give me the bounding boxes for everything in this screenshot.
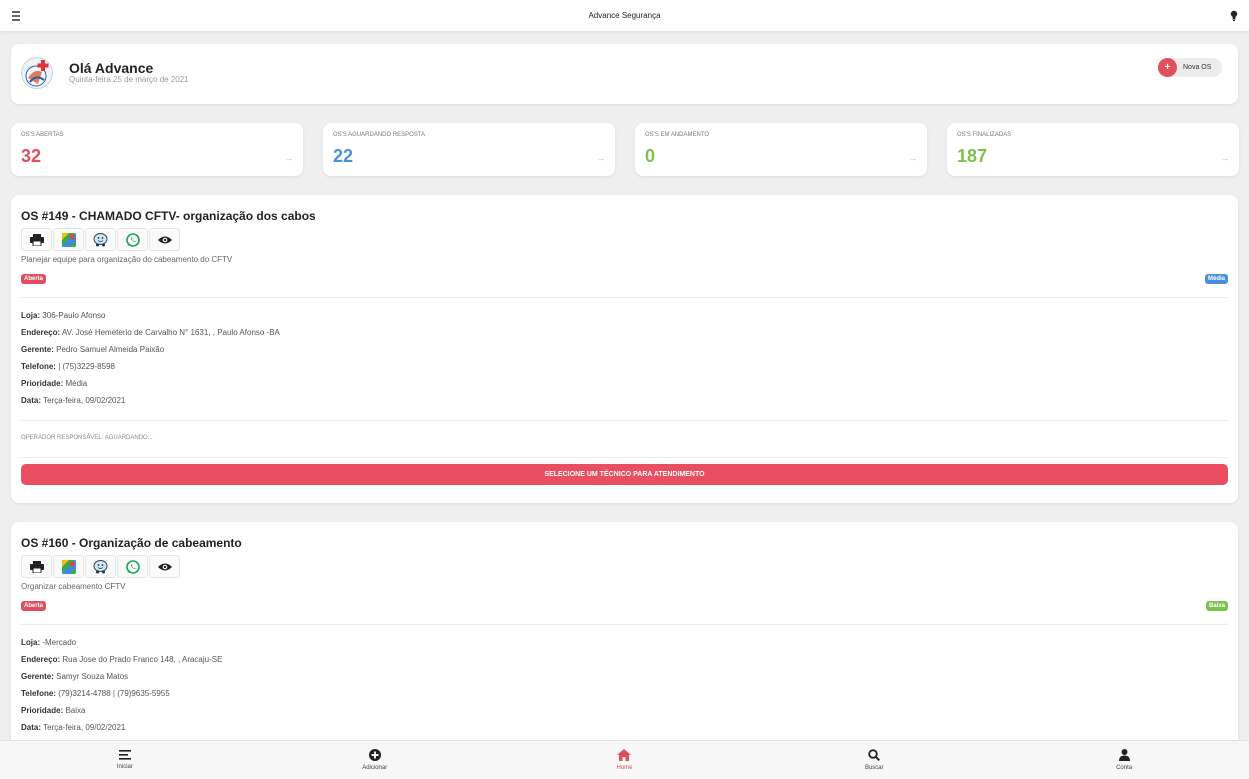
waze-icon bbox=[93, 559, 108, 573]
stat-card-finished[interactable]: OS'S FINALIZADAS 187 → bbox=[947, 123, 1239, 176]
arrow-right-icon[interactable]: → bbox=[909, 154, 917, 163]
divider bbox=[21, 624, 1228, 625]
nav-item-buscar[interactable]: Buscar bbox=[749, 741, 999, 779]
operator-status: OPERADOR RESPONSÁVEL: AGUARDANDO... bbox=[21, 435, 153, 441]
lightbulb-icon[interactable] bbox=[1229, 9, 1239, 23]
eye-icon bbox=[157, 563, 172, 570]
info-store: Loja: 306-Paulo Afonso bbox=[21, 311, 106, 320]
waze-icon bbox=[93, 232, 108, 246]
nav-label: Buscar bbox=[864, 765, 884, 771]
nav-item-conta[interactable]: Conta bbox=[999, 741, 1249, 779]
top-bar: Advance Segurança bbox=[0, 0, 1249, 32]
maps-button[interactable] bbox=[53, 555, 84, 578]
info-address: Endereço: AV. José Hemeterio de Carvalho… bbox=[21, 328, 280, 337]
info-manager: Gerente: Samyr Souza Matos bbox=[21, 672, 129, 681]
info-priority: Prioridade: Média bbox=[21, 379, 88, 388]
stat-card-awaiting[interactable]: OS'S AGUARDANDO RESPOSTA 22 → bbox=[323, 123, 615, 176]
os-card: OS #160 - Organização de cabeamento Orga… bbox=[11, 522, 1238, 740]
view-button[interactable] bbox=[149, 555, 180, 578]
avatar bbox=[21, 57, 53, 89]
eye-icon bbox=[157, 236, 172, 243]
stat-value: 32 bbox=[21, 146, 42, 166]
nav-item-home[interactable]: Home bbox=[500, 741, 750, 779]
info-phone: Telefone: (79)3214-4788 | (79)9635-5955 bbox=[21, 689, 170, 698]
app-title: Advance Segurança bbox=[588, 11, 661, 20]
info-date: Data: Terça-feira, 09/02/2021 bbox=[21, 723, 126, 732]
os-action-icons bbox=[21, 555, 180, 578]
arrow-right-icon[interactable]: → bbox=[1221, 154, 1229, 163]
stat-value: 22 bbox=[333, 146, 354, 166]
plus-icon: + bbox=[1158, 58, 1177, 77]
maps-button[interactable] bbox=[53, 228, 84, 251]
os-description: Organizar cabeamento CFTV bbox=[21, 582, 126, 591]
user-icon bbox=[1118, 749, 1130, 761]
nav-label: Adicionar bbox=[362, 765, 388, 771]
stat-card-in-progress[interactable]: OS'S EM ANDAMENTO 0 → bbox=[635, 123, 927, 176]
nav-label: Conta bbox=[1116, 765, 1133, 771]
info-priority: Prioridade: Baixa bbox=[21, 706, 86, 715]
stat-label: OS'S ABERTAS bbox=[21, 132, 64, 138]
os-title: OS #160 - Organização de cabeamento bbox=[21, 536, 242, 550]
info-address: Endereço: Rua Jose do Prado Franco 148, … bbox=[21, 655, 223, 664]
arrow-right-icon[interactable]: → bbox=[597, 154, 605, 163]
os-card: OS #149 - CHAMADO CFTV- organização dos … bbox=[11, 195, 1238, 503]
whatsapp-icon bbox=[125, 232, 140, 247]
stat-value: 0 bbox=[645, 146, 656, 166]
view-button[interactable] bbox=[149, 228, 180, 251]
new-os-button[interactable]: + Nova OS bbox=[1158, 58, 1222, 77]
welcome-card: Olá Advance Quinta-feira 25 de março de … bbox=[11, 44, 1238, 104]
nav-item-adicionar[interactable]: Adicionar bbox=[250, 741, 500, 779]
stat-card-open[interactable]: OS'S ABERTAS 32 → bbox=[11, 123, 303, 176]
info-phone: Telefone: | (75)3229-8598 bbox=[21, 362, 115, 371]
new-os-label: Nova OS bbox=[1183, 64, 1212, 71]
os-action-icons bbox=[21, 228, 180, 251]
current-date: Quinta-feira 25 de março de 2021 bbox=[69, 75, 189, 84]
os-description: Planejar equipe para organização do cabe… bbox=[21, 255, 233, 264]
arrow-right-icon[interactable]: → bbox=[285, 154, 293, 163]
os-title: OS #149 - CHAMADO CFTV- organização dos … bbox=[21, 209, 316, 223]
waze-button[interactable] bbox=[85, 555, 116, 578]
status-badge: Aberta bbox=[21, 274, 47, 284]
select-technician-button[interactable]: SELECIONE UM TÉCNICO PARA ATENDIMENTO bbox=[21, 464, 1228, 485]
print-icon bbox=[29, 233, 44, 246]
print-button[interactable] bbox=[21, 555, 52, 578]
bottom-nav: Iniciar Adicionar Home Buscar Conta bbox=[0, 740, 1249, 779]
divider bbox=[21, 457, 1228, 458]
print-button[interactable] bbox=[21, 228, 52, 251]
search-icon bbox=[868, 749, 881, 761]
whatsapp-button[interactable] bbox=[117, 228, 148, 251]
info-date: Data: Terça-feira, 09/02/2021 bbox=[21, 396, 126, 405]
nav-label: Home bbox=[616, 765, 633, 771]
nav-label: Iniciar bbox=[116, 764, 133, 770]
advance-logo-icon bbox=[25, 60, 49, 87]
maps-icon bbox=[61, 232, 76, 247]
stat-label: OS'S FINALIZADAS bbox=[957, 132, 1012, 138]
stat-label: OS'S AGUARDANDO RESPOSTA bbox=[333, 132, 426, 138]
print-icon bbox=[29, 560, 44, 573]
stat-label: OS'S EM ANDAMENTO bbox=[645, 132, 710, 138]
status-badge: Aberta bbox=[21, 601, 47, 611]
stat-value: 187 bbox=[957, 146, 988, 166]
info-manager: Gerente: Pedro Samuel Almeida Paixão bbox=[21, 345, 165, 354]
info-store: Loja: -Mercado bbox=[21, 638, 77, 647]
main-content: Olá Advance Quinta-feira 25 de março de … bbox=[0, 32, 1249, 740]
waze-button[interactable] bbox=[85, 228, 116, 251]
priority-badge: Média bbox=[1204, 274, 1228, 284]
list-icon bbox=[118, 750, 131, 760]
whatsapp-button[interactable] bbox=[117, 555, 148, 578]
divider bbox=[21, 420, 1228, 421]
priority-badge: Baixa bbox=[1205, 601, 1228, 611]
plus-circle-icon bbox=[368, 749, 381, 761]
nav-item-iniciar[interactable]: Iniciar bbox=[0, 741, 250, 779]
whatsapp-icon bbox=[125, 559, 140, 574]
divider bbox=[21, 297, 1228, 298]
greeting: Olá Advance bbox=[69, 60, 154, 76]
maps-icon bbox=[61, 559, 76, 574]
home-icon bbox=[617, 749, 632, 761]
